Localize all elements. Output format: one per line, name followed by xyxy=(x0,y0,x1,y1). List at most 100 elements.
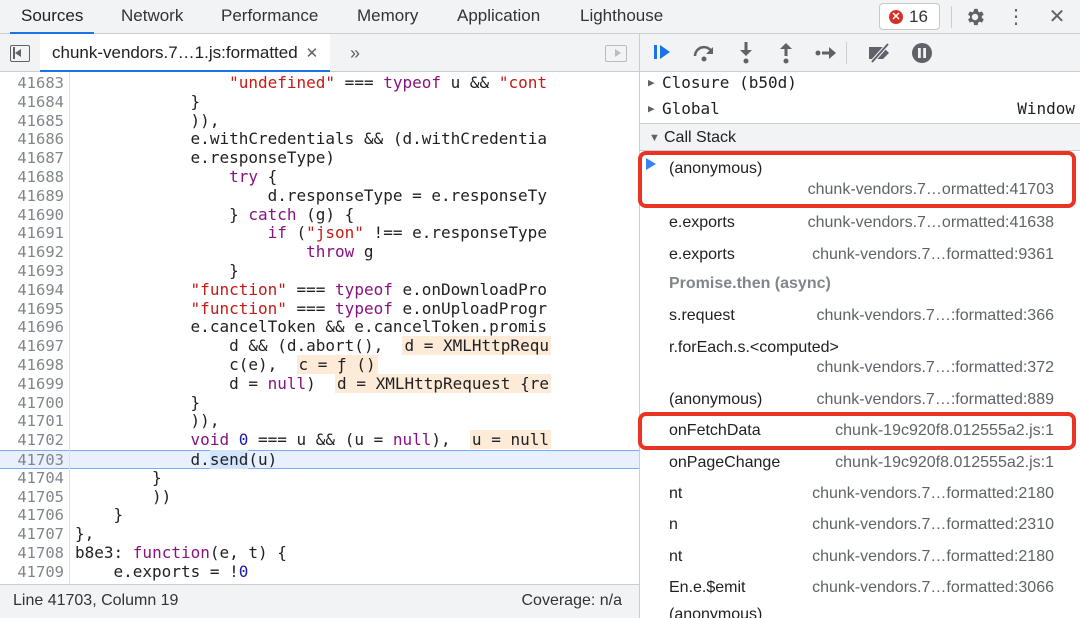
code-line[interactable]: 41708 b8e3: function(e, t) { xyxy=(0,543,639,563)
call-frame[interactable]: s.request chunk-vendors.7…:formatted:366 xyxy=(640,302,1080,332)
line-number[interactable]: 41686 xyxy=(0,130,66,149)
line-number[interactable]: 41689 xyxy=(0,187,66,206)
line-number[interactable]: 41697 xyxy=(0,337,66,356)
line-number[interactable]: 41708 xyxy=(0,544,66,563)
call-frame[interactable]: r.forEach.s.<computed> chunk-vendors.7…:… xyxy=(640,334,1080,384)
frame-location[interactable]: chunk-vendors.7…:formatted:366 xyxy=(817,307,1054,325)
line-number[interactable]: 41684 xyxy=(0,93,66,112)
line-number[interactable]: 41693 xyxy=(0,262,66,281)
pause-on-exceptions-icon[interactable] xyxy=(908,34,936,72)
coverage-status[interactable]: Coverage: n/a xyxy=(521,585,622,617)
code-line[interactable]: 41690} catch (g) { xyxy=(0,205,639,225)
code-line[interactable]: 41700} xyxy=(0,393,639,413)
close-icon[interactable]: ✕ xyxy=(306,45,319,62)
double-chevron-icon[interactable]: » xyxy=(350,34,360,72)
frame-location[interactable]: chunk-vendors.7…formatted:9361 xyxy=(812,246,1054,264)
frame-location[interactable]: chunk-vendors.7…formatted:2310 xyxy=(812,516,1054,534)
call-stack-header[interactable]: ▼ Call Stack xyxy=(640,123,1080,151)
line-number[interactable]: 41695 xyxy=(0,300,66,319)
code-line[interactable]: 41696 e.cancelToken && e.cancelToken.prom… xyxy=(0,318,639,337)
line-number[interactable]: 41707 xyxy=(0,525,66,544)
code-line[interactable]: 41687 e.responseType) xyxy=(0,148,639,168)
code-line[interactable]: 41692 throw g xyxy=(0,242,639,262)
call-frame[interactable]: nt chunk-vendors.7…formatted:2180 xyxy=(640,480,1080,510)
call-frame[interactable]: n chunk-vendors.7…formatted:2310 xyxy=(640,511,1080,541)
step-over-icon[interactable] xyxy=(690,34,718,72)
code-line[interactable]: 41689 d.responseType = e.responseTy xyxy=(0,186,639,206)
tab-memory[interactable]: Memory xyxy=(357,0,418,34)
code-line[interactable]: 41705)) xyxy=(0,487,639,507)
code-line[interactable]: 41697 d && (d.abort(), d = XMLHttpRequ xyxy=(0,336,639,356)
step-out-icon[interactable] xyxy=(772,34,800,72)
step-into-icon[interactable] xyxy=(732,34,760,72)
code-line[interactable]: 41684} xyxy=(0,92,639,112)
line-number[interactable]: 41706 xyxy=(0,506,66,525)
line-number[interactable]: 41698 xyxy=(0,356,66,375)
frame-location[interactable]: chunk-vendors.7…formatted:2180 xyxy=(812,485,1054,503)
scope-global[interactable]: ▶ Global Window xyxy=(640,96,1080,122)
code-editor[interactable]: 41683 "undefined" === typeof u && "cont 41… xyxy=(0,72,639,584)
resume-icon[interactable] xyxy=(650,34,678,72)
code-line[interactable]: 41709 e.exports = !0 xyxy=(0,562,639,582)
call-frame[interactable]: En.e.$emit chunk-vendors.7…formatted:306… xyxy=(640,574,1080,604)
code-line[interactable]: 41686 e.withCredentials && (d.withCredent… xyxy=(0,130,639,149)
line-number[interactable]: 41705 xyxy=(0,488,66,507)
line-number[interactable]: 41685 xyxy=(0,112,66,131)
close-icon[interactable]: ✕ xyxy=(1046,0,1068,34)
line-number[interactable]: 41703 xyxy=(0,451,66,470)
code-line[interactable]: 41698 c(e), c = ƒ () xyxy=(0,355,639,375)
frame-location[interactable]: chunk-19c920f8.012555a2.js:1 xyxy=(835,454,1054,472)
line-number[interactable]: 41700 xyxy=(0,394,66,413)
code-line-current[interactable]: 41703 d.send(u) xyxy=(0,450,639,469)
line-number[interactable]: 41691 xyxy=(0,224,66,243)
code-line[interactable]: 41699 d = null) d = XMLHttpRequest {re xyxy=(0,373,639,394)
frame-location[interactable]: chunk-vendors.7…formatted:3066 xyxy=(812,579,1054,597)
line-number[interactable]: 41709 xyxy=(0,563,66,582)
code-line[interactable]: 41694 "function" === typeof e.onDownloadP… xyxy=(0,280,639,300)
frame-location[interactable]: chunk-vendors.7…ormatted:41638 xyxy=(808,214,1054,232)
code-line[interactable]: 41706} xyxy=(0,506,639,525)
step-icon[interactable] xyxy=(812,34,840,72)
error-count-badge[interactable]: ✕ 16 xyxy=(879,3,940,30)
scope-closure[interactable]: ▶ Closure (b50d) xyxy=(640,70,1080,96)
frame-location[interactable]: chunk-vendors.7…:formatted:372 xyxy=(817,359,1054,377)
line-number[interactable]: 41690 xyxy=(0,206,66,225)
line-number[interactable]: 41702 xyxy=(0,431,66,450)
line-number[interactable]: 41683 xyxy=(0,74,66,93)
call-frame[interactable]: e.exports chunk-vendors.7…formatted:9361 xyxy=(640,241,1080,271)
kebab-icon[interactable]: ⋮ xyxy=(1006,0,1026,34)
code-line[interactable]: 41704} xyxy=(0,468,639,488)
expand-triangle-icon[interactable]: ▶ xyxy=(648,96,655,122)
deactivate-breakpoints-icon[interactable] xyxy=(866,34,894,72)
code-line[interactable]: 41702 void 0 === u && (u = null), u = nul… xyxy=(0,430,639,450)
code-line[interactable]: 41701)), xyxy=(0,412,639,431)
code-line[interactable]: 41688 try { xyxy=(0,167,639,187)
line-number[interactable]: 41688 xyxy=(0,168,66,187)
tab-lighthouse[interactable]: Lighthouse xyxy=(580,0,663,34)
call-frame[interactable]: nt chunk-vendors.7…formatted:2180 xyxy=(640,543,1080,573)
call-frame[interactable]: e.exports chunk-vendors.7…ormatted:41638 xyxy=(640,209,1080,239)
code-line[interactable]: 41685)), xyxy=(0,111,639,131)
tab-network[interactable]: Network xyxy=(121,0,183,34)
frame-location[interactable]: chunk-vendors.7…:formatted:889 xyxy=(817,391,1054,409)
sidebar-right-icon[interactable] xyxy=(605,45,627,62)
line-number[interactable]: 41699 xyxy=(0,375,66,394)
line-number[interactable]: 41694 xyxy=(0,281,66,300)
code-line[interactable]: 41707}, xyxy=(0,524,639,544)
code-line[interactable]: 41683 "undefined" === typeof u && "cont xyxy=(0,73,639,93)
line-number[interactable]: 41692 xyxy=(0,243,66,262)
gear-icon[interactable] xyxy=(962,0,988,34)
call-frame[interactable]: onPageChange chunk-19c920f8.012555a2.js:… xyxy=(640,449,1080,479)
sidebar-left-icon[interactable] xyxy=(10,45,30,62)
line-number[interactable]: 41696 xyxy=(0,318,66,337)
frame-location[interactable]: chunk-vendors.7…formatted:2180 xyxy=(812,548,1054,566)
code-line[interactable]: 41691 if ("json" !== e.responseType xyxy=(0,223,639,243)
tab-application[interactable]: Application xyxy=(457,0,540,34)
expand-triangle-icon[interactable]: ▶ xyxy=(648,70,655,96)
line-number[interactable]: 41687 xyxy=(0,149,66,168)
call-frame[interactable]: (anonymous) xyxy=(640,604,1080,618)
code-line[interactable]: 41695 "function" === typeof e.onUploadPro… xyxy=(0,299,639,319)
file-tab[interactable]: chunk-vendors.7…1.js:formatted ✕ xyxy=(40,34,331,72)
collapse-triangle-icon[interactable]: ▼ xyxy=(649,124,660,152)
tab-sources[interactable]: Sources xyxy=(10,0,95,34)
